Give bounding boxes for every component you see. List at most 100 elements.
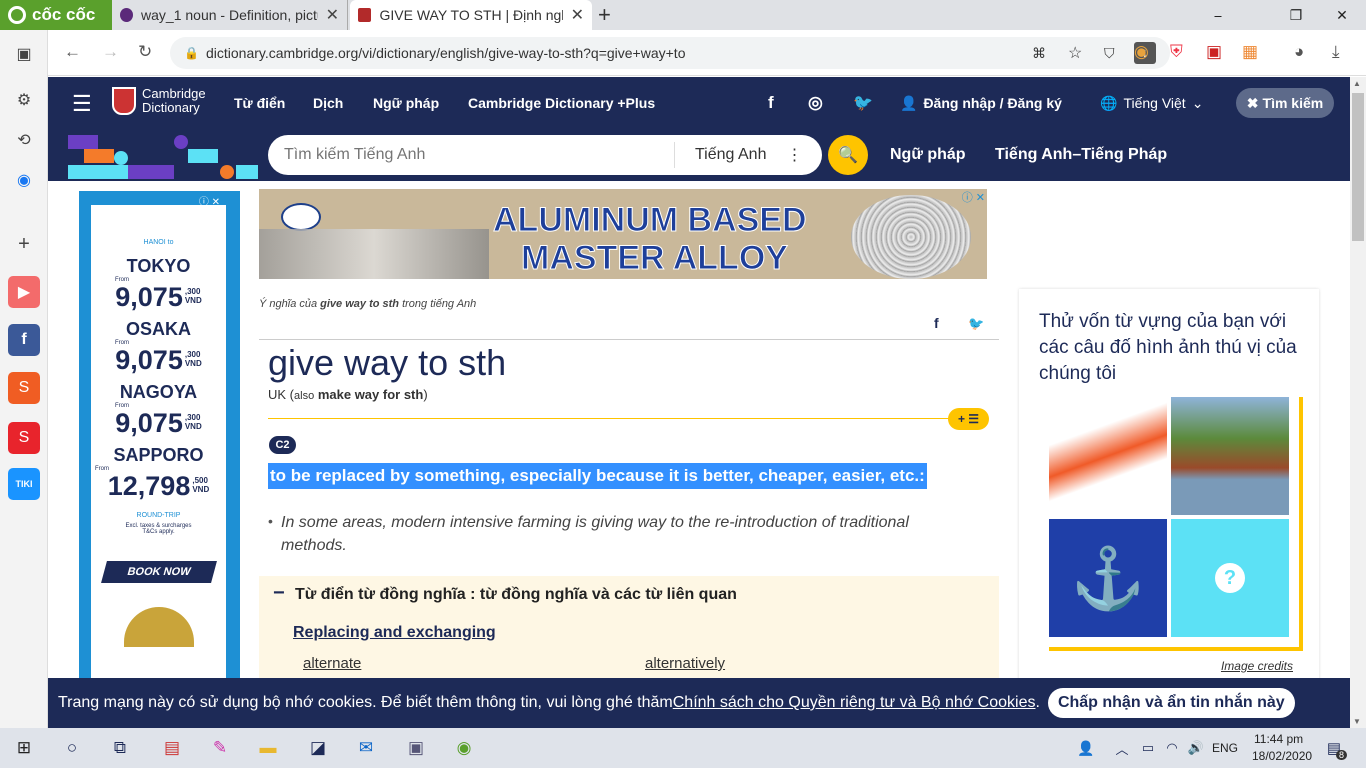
minimize-button[interactable]: ⎯	[1198, 0, 1238, 30]
bookmark-star-icon[interactable]: ☆	[1068, 43, 1082, 63]
search-language-label[interactable]: Tiếng Anh	[695, 146, 766, 164]
subnav-grammar[interactable]: Ngữ pháp	[890, 129, 966, 181]
facebook-icon[interactable]: f	[768, 77, 774, 129]
ad-info-icon[interactable]: ⓘ ✕	[962, 189, 985, 205]
quiz-title: Thử vốn từ vựng của bạn với các câu đố h…	[1039, 311, 1297, 384]
share-twitter-icon[interactable]: 🐦	[968, 316, 984, 332]
instagram-icon[interactable]: ◎	[808, 77, 823, 129]
windows-start-icon[interactable]: ⊞	[12, 736, 36, 760]
photos-icon[interactable]: ▣	[404, 736, 428, 760]
nav-translate[interactable]: Dịch	[313, 77, 343, 129]
sticky-notes-icon[interactable]: ◪	[306, 736, 330, 760]
tiki-icon[interactable]: TIKI	[8, 468, 40, 500]
nav-plus[interactable]: Cambridge Dictionary +Plus	[468, 77, 655, 129]
sidebar-toggle-icon[interactable]: ▣	[8, 38, 40, 70]
extension-red-icon[interactable]: ▣	[1206, 42, 1222, 62]
scrollbar-thumb[interactable]	[1352, 93, 1364, 241]
thesaurus-heading-link[interactable]: Replacing and exchanging	[293, 624, 496, 642]
login-label: Đăng nhập / Đăng ký	[923, 95, 1062, 111]
clock-time[interactable]: 11:44 pm	[1254, 732, 1303, 746]
unknown-image[interactable]: ?	[1171, 519, 1289, 637]
more-options-icon[interactable]: ⋮	[786, 145, 802, 165]
hamburger-menu-icon[interactable]: ☰	[72, 91, 92, 117]
tray-chevron-icon[interactable]: ︿	[1110, 736, 1134, 760]
cookie-policy-link[interactable]: Chính sách cho Quyền riêng tư và Bộ nhớ …	[673, 694, 1036, 712]
address-bar[interactable]: 🔒 dictionary.cambridge.org/vi/dictionary…	[170, 37, 1170, 69]
volume-icon[interactable]: 🔊	[1184, 736, 1208, 760]
wire-coil-image	[851, 195, 971, 279]
related-word-link[interactable]: alternate	[303, 655, 361, 672]
task-view-icon[interactable]: ⧉	[108, 736, 132, 760]
add-icon[interactable]: +	[8, 228, 40, 260]
search-submit-button[interactable]: 🔍	[828, 135, 868, 175]
related-word-link[interactable]: alternatively	[645, 655, 725, 672]
site-logo[interactable]: Cambridge Dictionary	[112, 87, 206, 115]
reload-icon[interactable]: ↻	[138, 42, 152, 62]
tab-close-icon[interactable]: ✕	[326, 5, 339, 25]
maximize-button[interactable]: ❐	[1276, 0, 1316, 30]
quiz-widget[interactable]: Thử vốn từ vựng của bạn với các câu đố h…	[1019, 289, 1319, 689]
coccoc-taskbar-icon[interactable]: ◉	[452, 736, 476, 760]
subnav-english-french[interactable]: Tiếng Anh–Tiếng Pháp	[995, 129, 1167, 181]
downloads-icon[interactable]: ⤓	[1332, 42, 1340, 62]
sendo-icon[interactable]: S	[8, 422, 40, 454]
people-icon[interactable]: 👤	[1074, 736, 1098, 760]
network-icon[interactable]: ◠	[1160, 736, 1184, 760]
paint-icon[interactable]: ✎	[208, 736, 232, 760]
ad-line-2: MASTER ALLOY	[521, 239, 789, 278]
profile-avatar[interactable]: ◕	[1294, 42, 1304, 62]
extension-chrome-icon[interactable]: ◉	[1134, 42, 1149, 62]
new-tab-button[interactable]: +	[598, 2, 611, 28]
shopee-icon[interactable]: S	[8, 372, 40, 404]
outlook-icon[interactable]: ✉	[354, 736, 378, 760]
barge-image[interactable]	[1171, 397, 1289, 515]
sense-divider	[268, 418, 968, 419]
kayak-image[interactable]	[1049, 397, 1167, 515]
messenger-icon[interactable]: ◉	[8, 164, 40, 196]
nav-dictionary[interactable]: Từ điển	[234, 77, 285, 129]
facebook-icon[interactable]: f	[8, 324, 40, 356]
extension-shield-icon[interactable]: ⛨	[1170, 42, 1183, 62]
search-input[interactable]	[284, 146, 664, 164]
search-circle-icon[interactable]: ○	[60, 736, 84, 760]
anchor-image[interactable]: ⚓	[1049, 519, 1167, 637]
file-explorer-icon[interactable]: ▬	[256, 736, 280, 760]
nav-grammar[interactable]: Ngữ pháp	[373, 77, 439, 129]
search-toggle-button[interactable]: ✖ Tìm kiếm	[1236, 88, 1334, 118]
share-facebook-icon[interactable]: f	[934, 315, 939, 331]
thesaurus-title[interactable]: Từ điển từ đồng nghĩa : từ đồng nghĩa và…	[295, 586, 737, 604]
history-icon[interactable]: ⟲	[8, 124, 40, 156]
image-credits-link[interactable]: Image credits	[1221, 659, 1293, 673]
translate-icon[interactable]: ⌘	[1032, 45, 1046, 62]
coccoc-menu-button[interactable]: cốc cốc	[0, 0, 112, 30]
coccoc-logo-icon	[8, 6, 26, 24]
site-header: ☰ Cambridge Dictionary Từ điển Dịch Ngữ …	[48, 77, 1350, 129]
alloy-ad[interactable]: ALUMINUM BASED MASTER ALLOY ⓘ ✕	[259, 189, 987, 279]
input-language[interactable]: ENG	[1212, 741, 1238, 755]
flight-ad[interactable]: ⓘ ✕ HANOI to TOKYO From 9,075,300 VND OSA…	[79, 191, 240, 681]
ad-city-block: TOKYO From 9,075,300 VND	[91, 256, 226, 311]
quiz-grid[interactable]: ⚓ ?	[1045, 393, 1299, 647]
ad-book-now-button[interactable]: BOOK NOW	[100, 561, 217, 583]
back-icon[interactable]: ←	[64, 42, 81, 62]
add-to-list-button[interactable]: + ☰	[948, 408, 989, 430]
close-window-button[interactable]: ✕	[1322, 0, 1362, 30]
collapse-icon[interactable]: −	[273, 582, 285, 605]
settings-icon[interactable]: ⚙	[8, 84, 40, 116]
page-scrollbar[interactable]: ▲ ▼	[1350, 77, 1366, 728]
youtube-icon[interactable]: ▶	[8, 276, 40, 308]
tab-close-icon[interactable]: ✕	[571, 5, 584, 25]
login-link[interactable]: 👤 Đăng nhập / Đăng ký	[900, 77, 1062, 129]
extension-color-icon[interactable]: ▦	[1242, 42, 1258, 62]
tab-give-way[interactable]: GIVE WAY TO STH | Định nghĩ ✕	[350, 0, 592, 30]
tab-way-noun[interactable]: way_1 noun - Definition, pictu ✕	[112, 0, 348, 30]
battery-icon[interactable]: ▭	[1136, 736, 1160, 760]
forward-icon[interactable]: →	[102, 42, 119, 62]
twitter-icon[interactable]: 🐦	[853, 77, 873, 129]
clock-date[interactable]: 18/02/2020	[1252, 749, 1312, 763]
shield-icon[interactable]: ⛉	[1104, 45, 1115, 62]
language-selector[interactable]: 🌐 Tiếng Việt ⌄	[1100, 77, 1203, 129]
accept-cookies-button[interactable]: Chấp nhận và ẩn tin nhắn này	[1047, 688, 1295, 718]
tab-title: way_1 noun - Definition, pictu	[141, 7, 318, 23]
app-icon[interactable]: ▤	[160, 736, 184, 760]
